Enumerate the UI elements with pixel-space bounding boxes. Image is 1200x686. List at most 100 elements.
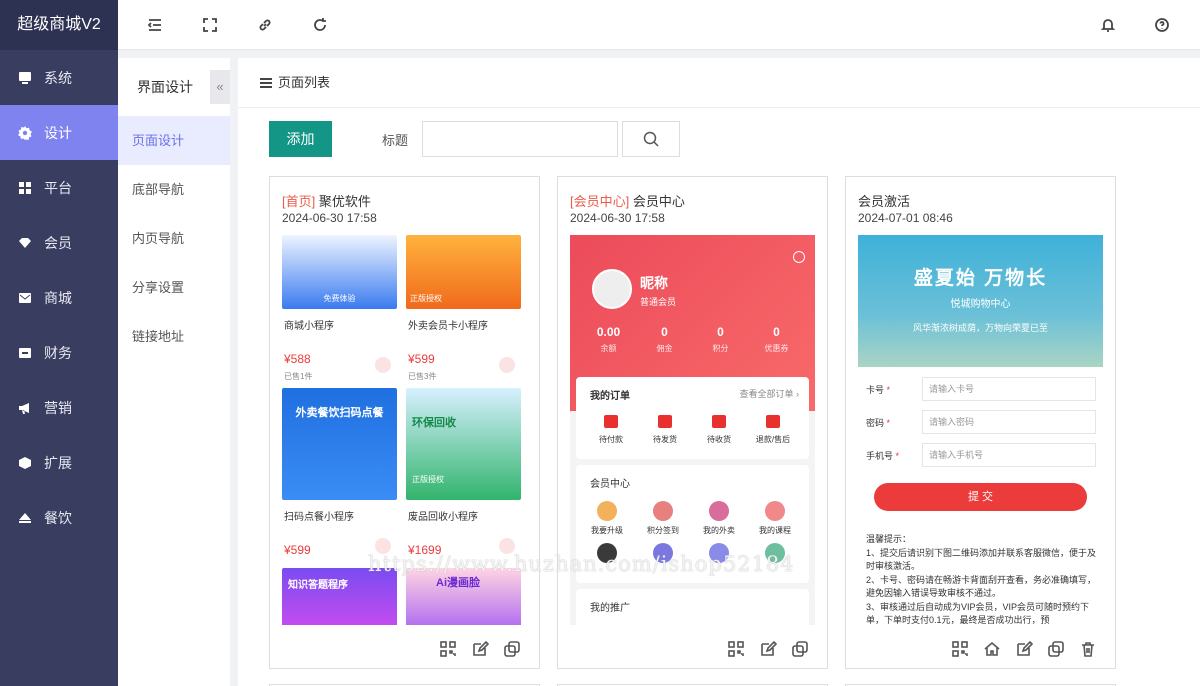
tips-line: 3、审核通过后自动成为VIP会员，VIP会员可随时预约下单，下单时支付0.1元，…: [866, 601, 1090, 626]
phone-input[interactable]: 请输入手机号: [922, 443, 1096, 467]
cart-icon[interactable]: [375, 357, 391, 373]
page-preview: 昵称 普通会员 0.00 余额 0 佣金 0 积分 0 优惠券 我的订单 查看全部订单 …: [570, 235, 815, 625]
card-title: [首页] 聚优软件: [282, 191, 371, 210]
card-name: 会员中心: [632, 194, 685, 209]
avatar[interactable]: [592, 269, 632, 309]
nav-item-label: 系统: [44, 69, 72, 86]
cart-icon[interactable]: [499, 538, 515, 554]
sub-item-3[interactable]: 分享设置: [118, 263, 230, 312]
card-number-input[interactable]: 请输入卡号: [922, 377, 1096, 401]
sub-item-0[interactable]: 页面设计: [118, 116, 230, 165]
stat-balance[interactable]: 0.00 余额: [578, 325, 639, 354]
service-item[interactable]: [746, 543, 804, 567]
service-takeout[interactable]: 我的外卖: [690, 501, 748, 536]
bell-icon[interactable]: [1098, 15, 1118, 35]
edit-icon[interactable]: [1015, 640, 1033, 658]
nav-item-3[interactable]: 会员: [0, 215, 118, 270]
monitor-icon: [18, 71, 44, 85]
copy-icon[interactable]: [1047, 640, 1065, 658]
order-pending-pay[interactable]: 待付款: [584, 415, 638, 445]
stat-value: 0.00: [596, 325, 621, 339]
service-label: 我要升级: [591, 526, 623, 535]
nav-item-6[interactable]: 营销: [0, 380, 118, 435]
service-label: 积分签到: [647, 526, 679, 535]
edit-icon[interactable]: [471, 640, 489, 658]
stat-points[interactable]: 0 积分: [690, 325, 751, 354]
link-icon[interactable]: [255, 15, 275, 35]
orders-title: 我的订单: [590, 391, 630, 402]
order-pending-ship[interactable]: 待发货: [638, 415, 692, 445]
card-number-row: 卡号 * 请输入卡号: [866, 377, 1096, 401]
copy-icon[interactable]: [503, 640, 521, 658]
order-refund[interactable]: 退款/售后: [746, 415, 800, 445]
service-item[interactable]: [690, 543, 748, 567]
order-label: 待发货: [653, 435, 677, 444]
home-icon[interactable]: [983, 640, 1001, 658]
stat-value: 0: [717, 325, 724, 339]
stat-label: 积分: [712, 344, 729, 353]
sub-item-1[interactable]: 底部导航: [118, 165, 230, 214]
fullscreen-icon[interactable]: [200, 15, 220, 35]
refresh-icon[interactable]: [310, 15, 330, 35]
stat-commission[interactable]: 0 佣金: [634, 325, 695, 354]
checkin-icon: [653, 501, 673, 521]
mail-icon: [18, 291, 44, 305]
product-image: 环保回收 正版授权: [406, 388, 521, 500]
product-image: 知识答题程序: [282, 568, 397, 625]
product-image-caption: 环保回收: [412, 417, 456, 429]
nav-item-8[interactable]: 餐饮: [0, 490, 118, 545]
banner-title: 盛夏始 万物长: [913, 268, 1048, 289]
member-center-title: 会员中心: [590, 479, 630, 490]
help-icon[interactable]: [1152, 15, 1172, 35]
qrcode-icon[interactable]: [727, 640, 745, 658]
product-image-caption: 知识答题程序: [288, 580, 348, 591]
cart-icon[interactable]: [499, 357, 515, 373]
orders-more-link[interactable]: 查看全部订单 ›: [740, 387, 800, 400]
stat-coupons[interactable]: 0 优惠券: [746, 325, 807, 354]
sub-item-2[interactable]: 内页导航: [118, 214, 230, 263]
password-input[interactable]: 请输入密码: [922, 410, 1096, 434]
settings-icon[interactable]: [793, 251, 805, 263]
nav-item-4[interactable]: 商城: [0, 270, 118, 325]
tips-line: 2、卡号、密码请在畅游卡背面刮开查看，务必准确填写，避免因输入错误导致审核不通过…: [866, 574, 1097, 599]
service-icon: [765, 543, 785, 563]
brand-title: 超级商城V2: [0, 0, 118, 50]
collapse-button[interactable]: «: [210, 70, 230, 104]
edit-icon[interactable]: [759, 640, 777, 658]
qrcode-icon[interactable]: [439, 640, 457, 658]
wallet-icon: [18, 346, 44, 360]
add-button[interactable]: 添加: [269, 121, 332, 157]
card-tag: [首页]: [282, 194, 316, 209]
qrcode-icon[interactable]: [951, 640, 969, 658]
service-course[interactable]: 我的课程: [746, 501, 804, 536]
trash-icon[interactable]: [1079, 640, 1097, 658]
page-card[interactable]: [会员中心] 会员中心 2024-06-30 17:58 昵称 普通会员 0.0…: [557, 176, 828, 669]
service-label: 我的课程: [759, 526, 791, 535]
order-pending-receive[interactable]: 待收货: [692, 415, 746, 445]
menu-fold-icon[interactable]: [145, 15, 165, 35]
main-panel: 页面列表 添加 标题 [首页] 聚优软件 2024-06-30 17:58 免费…: [238, 58, 1200, 686]
nav-item-7[interactable]: 扩展: [0, 435, 118, 490]
page-card[interactable]: 会员激活 2024-07-01 08:46 盛夏始 万物长 悦城购物中心 风华渐…: [845, 176, 1116, 669]
nav-item-5[interactable]: 财务: [0, 325, 118, 380]
service-item[interactable]: [578, 543, 636, 567]
product-item: 环保回收 正版授权 废品回收小程序 ¥1699: [406, 388, 521, 557]
nav-item-1[interactable]: 设计: [0, 105, 118, 160]
nav-item-2[interactable]: 平台: [0, 160, 118, 215]
title-search-input[interactable]: [422, 121, 619, 157]
submit-button[interactable]: 提 交: [874, 483, 1087, 511]
stat-label: 余额: [600, 344, 617, 353]
member-nickname: 昵称: [640, 275, 668, 291]
search-button[interactable]: [622, 121, 681, 157]
service-checkin[interactable]: 积分签到: [634, 501, 692, 536]
nav-item-0[interactable]: 系统: [0, 50, 118, 105]
order-label: 退款/售后: [755, 435, 791, 444]
service-upgrade[interactable]: 我要升级: [578, 501, 636, 536]
sub-item-4[interactable]: 链接地址: [118, 312, 230, 361]
phone-row: 手机号 * 请输入手机号: [866, 443, 1096, 467]
copy-icon[interactable]: [791, 640, 809, 658]
page-card[interactable]: [首页] 聚优软件 2024-06-30 17:58 免费体验 商城小程序 ¥5…: [269, 176, 540, 669]
service-item[interactable]: [634, 543, 692, 567]
cart-icon[interactable]: [375, 538, 391, 554]
promotion-box: 我的推广: [576, 589, 809, 625]
